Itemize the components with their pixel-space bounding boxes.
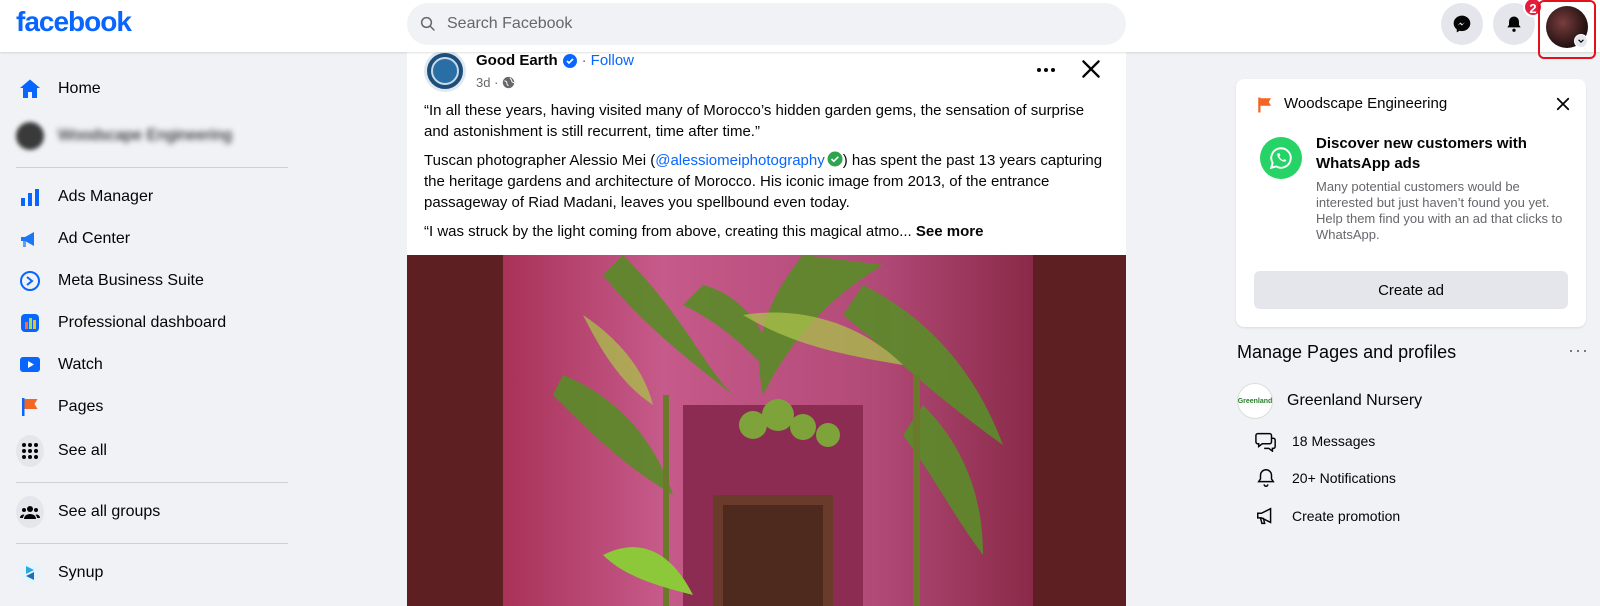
sidebar-divider	[16, 543, 288, 544]
bell-icon	[1254, 467, 1278, 489]
megaphone-icon	[1254, 505, 1278, 527]
sidebar-item-see-all-groups[interactable]: See all groups	[8, 491, 296, 533]
search-icon	[420, 16, 435, 31]
sub-item-label: 20+ Notifications	[1292, 470, 1396, 486]
synup-icon	[16, 559, 44, 587]
notifications-button[interactable]: 2	[1493, 0, 1543, 45]
sidebar-divider	[16, 167, 288, 168]
sidebar-item-pages[interactable]: Pages	[8, 386, 296, 428]
sidebar-item-label: Ad Center	[58, 230, 131, 247]
groups-icon	[16, 496, 44, 528]
page-flag-icon	[1256, 96, 1274, 119]
managed-page-greenland[interactable]: Greenland Greenland Nursery	[1237, 383, 1422, 419]
post-more-options-button[interactable]	[1036, 60, 1056, 85]
page-notifications-link[interactable]: 20+ Notifications	[1254, 467, 1396, 489]
ad-card-page-title: Woodscape Engineering	[1284, 95, 1448, 112]
sidebar-item-label: Pages	[58, 398, 104, 415]
search-input[interactable]	[447, 15, 1087, 33]
messenger-icon	[1453, 15, 1471, 33]
watch-icon	[16, 351, 44, 379]
top-navigation-bar: facebook 2	[0, 0, 1600, 59]
verified-green-icon	[827, 151, 843, 167]
sidebar-item-home[interactable]: Home	[8, 68, 296, 110]
see-more-link[interactable]: See more	[916, 223, 984, 240]
create-promotion-link[interactable]: Create promotion	[1254, 505, 1400, 527]
ad-headline: Discover new customers with WhatsApp ads	[1316, 135, 1527, 172]
sidebar-item-label: See all	[58, 442, 107, 459]
post-author-row: Good Earth · Follow	[476, 52, 634, 69]
search-box[interactable]	[407, 3, 1126, 45]
manage-pages-heading: Manage Pages and profiles	[1237, 342, 1457, 362]
post-photo[interactable]	[407, 255, 1126, 606]
whatsapp-ad-card: Woodscape Engineering Discover new custo…	[1236, 79, 1586, 327]
sidebar-item-label: Professional dashboard	[58, 314, 227, 331]
ad-description: Many potential customers would be intere…	[1316, 179, 1563, 242]
page-avatar[interactable]	[424, 50, 466, 92]
left-sidebar: Home Woodscape Engineering Ads Manager A…	[8, 64, 296, 594]
sidebar-item-see-all[interactable]: See all	[8, 430, 296, 472]
post-body: “In all these years, having visited many…	[424, 100, 1104, 250]
flag-icon	[16, 393, 44, 421]
business-suite-icon	[16, 267, 44, 295]
sidebar-item-ad-center[interactable]: Ad Center	[8, 218, 296, 260]
dashboard-icon	[16, 309, 44, 337]
facebook-logo[interactable]: facebook	[16, 6, 132, 38]
sidebar-item-watch[interactable]: Watch	[8, 344, 296, 386]
grid-icon	[16, 435, 44, 467]
sidebar-item-label: Ads Manager	[58, 188, 154, 205]
messages-icon	[1254, 430, 1278, 452]
home-icon	[16, 75, 44, 103]
megaphone-icon	[16, 225, 44, 253]
post-timestamp[interactable]: 3d ·	[476, 75, 498, 90]
verified-badge-icon	[562, 53, 577, 68]
sidebar-item-synup[interactable]: Synup	[8, 552, 296, 594]
manage-more-options-button[interactable]: ···	[1568, 340, 1589, 361]
profile-avatar	[16, 122, 44, 150]
mention-link[interactable]: @alessiomeiphotography	[655, 152, 825, 169]
post-photo-image	[503, 255, 1033, 606]
post-meta: 3d ·	[476, 75, 515, 90]
sidebar-divider	[16, 482, 288, 483]
create-ad-button[interactable]: Create ad	[1254, 271, 1568, 309]
sidebar-item-label: Synup	[58, 564, 104, 581]
chevron-down-icon	[1574, 34, 1588, 48]
post-header: Good Earth · Follow 3d ·	[424, 50, 1114, 94]
messenger-button[interactable]	[1441, 3, 1483, 45]
sidebar-item-label: See all groups	[58, 503, 161, 520]
sub-item-label: Create promotion	[1292, 508, 1401, 524]
bell-icon	[1507, 16, 1521, 32]
greenland-nursery-logo: Greenland	[1237, 383, 1273, 419]
hide-post-button[interactable]	[1078, 56, 1104, 87]
post-quote: “In all these years, having visited many…	[424, 102, 1085, 140]
sidebar-item-label: Home	[58, 80, 101, 97]
sidebar-item-label: Watch	[58, 356, 103, 373]
ads-manager-icon	[16, 183, 44, 211]
separator-dot: ·	[581, 52, 587, 69]
close-icon	[1556, 97, 1570, 111]
post-paragraph: Tuscan photographer Alessio Mei (@alessi…	[424, 151, 1103, 211]
feed-post: Good Earth · Follow 3d · “In all these y…	[407, 45, 1126, 606]
sub-item-label: 18 Messages	[1292, 433, 1376, 449]
globe-icon	[503, 76, 515, 89]
account-menu-button[interactable]	[1538, 0, 1596, 59]
page-messages-link[interactable]: 18 Messages	[1254, 430, 1375, 452]
post-author-name[interactable]: Good Earth	[476, 52, 558, 69]
follow-link[interactable]: Follow	[591, 52, 634, 69]
sidebar-item-label: Woodscape Engineering	[58, 127, 233, 144]
sidebar-item-professional-dashboard[interactable]: Professional dashboard	[8, 302, 296, 344]
sidebar-item-profile[interactable]: Woodscape Engineering	[8, 115, 296, 157]
more-horizontal-icon	[1037, 68, 1055, 72]
sidebar-item-label: Meta Business Suite	[58, 272, 204, 289]
close-ad-card-button[interactable]	[1554, 95, 1572, 118]
sidebar-item-meta-business-suite[interactable]: Meta Business Suite	[8, 260, 296, 302]
managed-page-name: Greenland Nursery	[1287, 392, 1423, 409]
post-quote-truncated: “I was struck by the light coming from a…	[424, 223, 984, 240]
whatsapp-icon	[1260, 137, 1302, 179]
sidebar-item-ads-manager[interactable]: Ads Manager	[8, 176, 296, 218]
close-icon	[1082, 60, 1100, 78]
